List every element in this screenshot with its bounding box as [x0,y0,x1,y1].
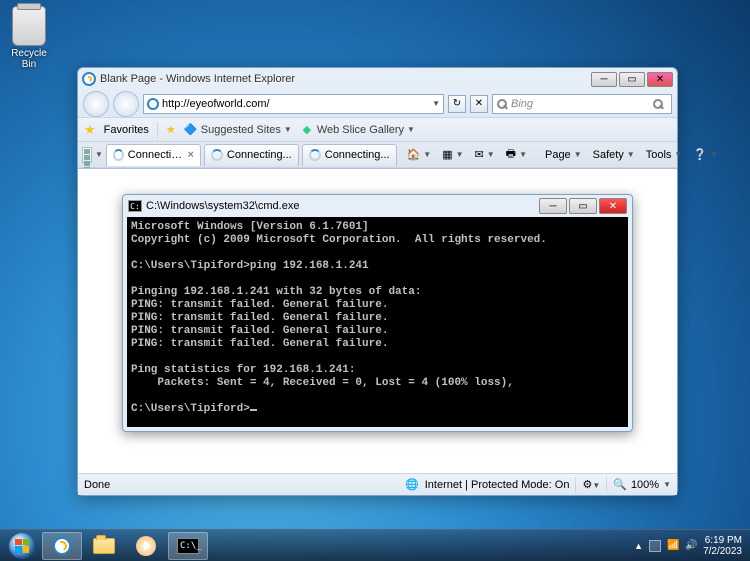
url-dropdown-icon[interactable]: ▼ [432,99,440,108]
web-slice-link[interactable]: ◆ Web Slice Gallery ▼ [300,123,415,137]
tab-1[interactable]: Connecting... × [106,144,201,166]
zone-text: Internet | Protected Mode: On [425,479,570,491]
page-menu[interactable]: Page▼ [541,144,586,166]
search-box[interactable]: Bing [492,94,672,114]
search-placeholder: Bing [511,98,533,110]
zoom-icon: 🔍 [613,478,627,491]
tab-toolbar-row: ▼ Connecting... × Connecting... Connecti… [78,142,677,168]
search-go-icon[interactable] [653,99,663,109]
cmd-titlebar[interactable]: C: C:\Windows\system32\cmd.exe ─ ▭ ✕ [123,195,632,217]
cmd-window: C: C:\Windows\system32\cmd.exe ─ ▭ ✕ Mic… [122,194,633,432]
system-tray: ▲ 📶 🔊 6:19 PM 7/2/2023 [634,535,746,557]
favorites-star-icon[interactable]: ★ [84,122,96,138]
recycle-bin[interactable]: Recycle Bin [4,6,54,70]
tab-list-dropdown[interactable]: ▼ [95,150,103,159]
cmd-title-text: C:\Windows\system32\cmd.exe [146,200,537,212]
loading-icon [211,149,223,161]
favorites-label[interactable]: Favorites [104,124,149,136]
tab-2[interactable]: Connecting... [204,144,299,166]
refresh-button[interactable]: ↻ [448,95,466,113]
chevron-down-icon: ▼ [407,125,415,134]
slice-icon: ◆ [300,123,314,137]
stop-button[interactable]: ✕ [470,95,488,113]
suggested-sites-link[interactable]: 🔷 Suggested Sites ▼ [184,123,292,137]
cmd-icon: C: [128,200,142,212]
safety-menu[interactable]: Safety▼ [589,144,639,166]
taskbar-explorer[interactable] [84,532,124,560]
tray-clock[interactable]: 6:19 PM 7/2/2023 [703,535,742,557]
url-input[interactable] [162,98,429,110]
home-button[interactable]: 🏠▼ [403,144,436,166]
trash-icon [12,6,46,46]
folder-icon [93,538,115,554]
minimize-button[interactable]: ─ [591,72,617,87]
favorites-bar: ★ Favorites ★ 🔷 Suggested Sites ▼ ◆ Web … [78,118,677,142]
address-bar[interactable]: ▼ [143,94,444,114]
suggested-icon: 🔷 [184,123,198,137]
cmd-icon: C:\_ [177,538,199,554]
tab-close-icon[interactable]: × [187,149,193,161]
windows-orb-icon [9,533,35,559]
globe-icon: 🌐 [405,478,419,491]
add-favorite-icon[interactable]: ★ [166,123,176,136]
status-text: Done [84,479,110,491]
quick-tabs-button[interactable] [82,147,92,163]
cmd-output[interactable]: Microsoft Windows [Version 6.1.7601] Cop… [127,217,628,427]
taskbar-cmd[interactable]: C:\_ [168,532,208,560]
ie-titlebar[interactable]: Blank Page - Windows Internet Explorer ─… [78,68,677,90]
close-button[interactable]: ✕ [647,72,673,87]
loading-icon [113,149,124,161]
recycle-bin-label: Recycle Bin [4,48,54,70]
separator [157,122,158,138]
ie-icon [82,72,96,86]
back-button[interactable] [83,91,109,117]
ie-statusbar: Done 🌐 Internet | Protected Mode: On ⚙▼ … [78,473,677,495]
network-icon[interactable]: 📶 [667,540,679,552]
volume-icon[interactable]: 🔊 [685,540,697,552]
taskbar: C:\_ ▲ 📶 🔊 6:19 PM 7/2/2023 [0,529,750,561]
forward-button[interactable] [113,91,139,117]
help-button[interactable]: ❔▼ [689,144,722,166]
search-icon [497,99,507,109]
tray-overflow-button[interactable]: ▲ [634,541,643,551]
taskbar-ie[interactable] [42,532,82,560]
chevron-down-icon: ▼ [284,125,292,134]
maximize-button[interactable]: ▭ [619,72,645,87]
site-icon [147,98,159,110]
taskbar-media-player[interactable] [126,532,166,560]
ie-title: Blank Page - Windows Internet Explorer [100,73,589,85]
feeds-button[interactable]: ▦▼ [438,144,467,166]
protected-mode-icon[interactable]: ⚙▼ [582,478,600,491]
start-button[interactable] [4,532,40,560]
media-player-icon [136,536,156,556]
cmd-close-button[interactable]: ✕ [599,198,627,214]
cmd-maximize-button[interactable]: ▭ [569,198,597,214]
ie-icon [53,537,71,555]
print-button[interactable]: 🖶▼ [502,144,531,166]
tab-3[interactable]: Connecting... [302,144,397,166]
tools-menu[interactable]: Tools▼ [642,144,687,166]
zoom-control[interactable]: 🔍 100% ▼ [613,478,671,491]
loading-icon [309,149,321,161]
mail-button[interactable]: ✉▼ [471,144,499,166]
nav-row: ▼ ↻ ✕ Bing [78,90,677,118]
action-center-icon[interactable] [649,540,661,552]
cmd-minimize-button[interactable]: ─ [539,198,567,214]
